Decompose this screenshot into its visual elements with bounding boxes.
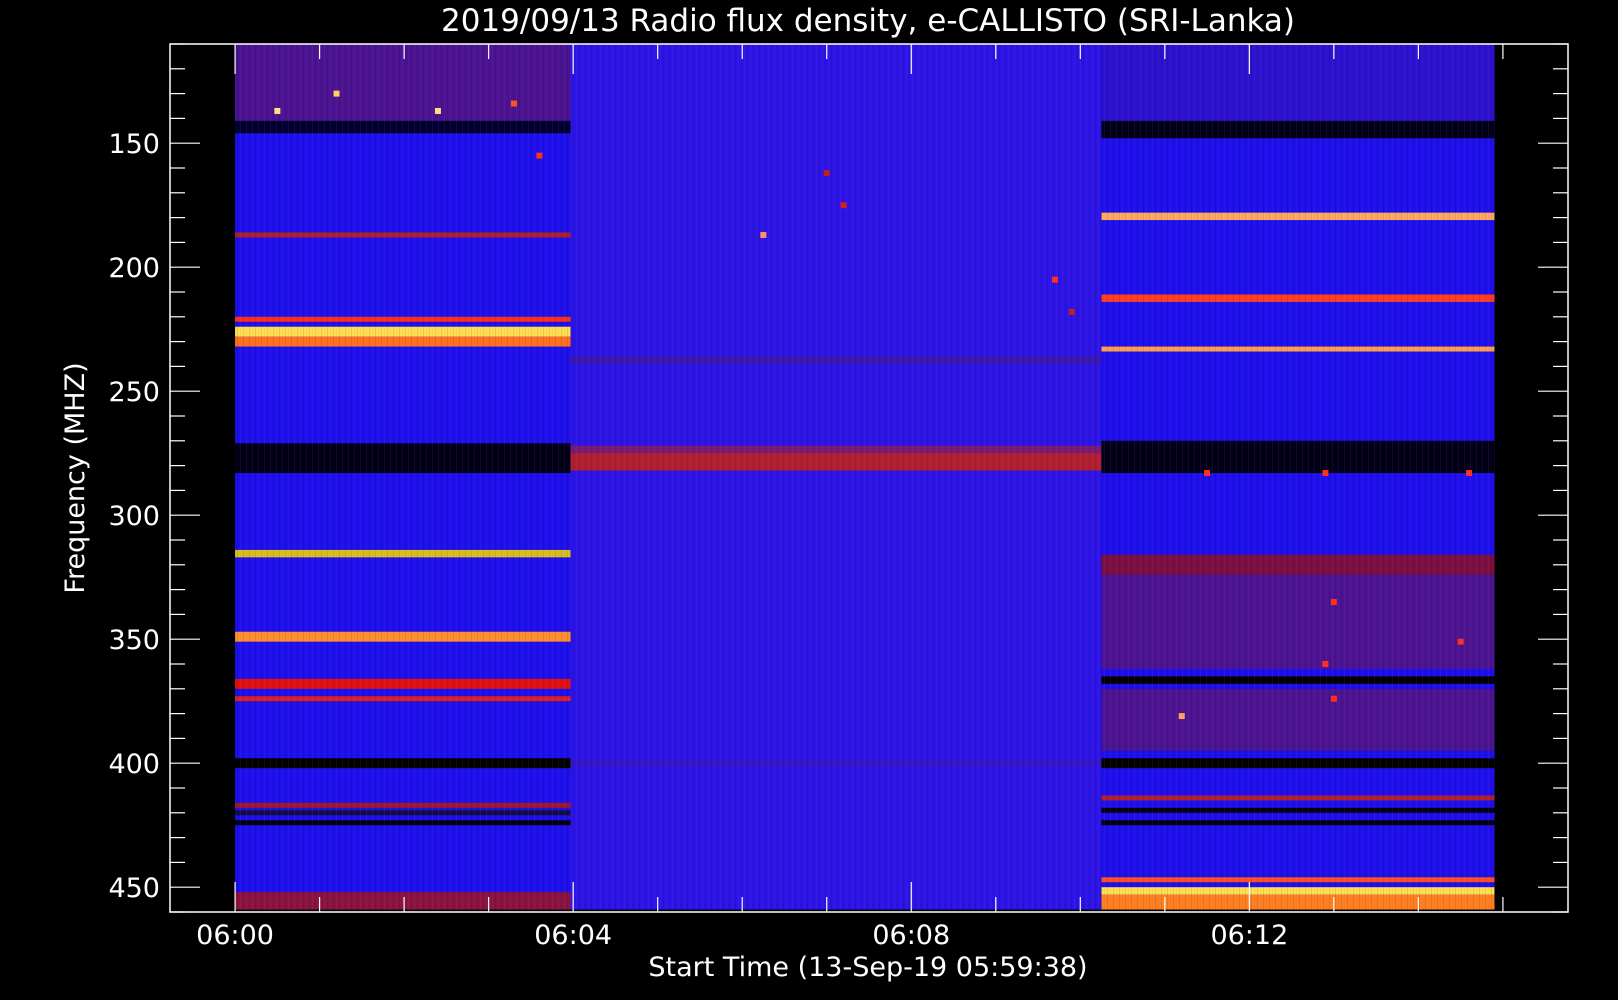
heatmap-image <box>235 44 1495 910</box>
y-tick-label-300: 300 <box>108 501 160 532</box>
x-axis-label: Start Time (13-Sep-19 05:59:38) <box>648 952 1087 983</box>
y-tick-label-250: 250 <box>108 377 160 408</box>
chart-title: 2019/09/13 Radio flux density, e-CALLIST… <box>441 3 1295 39</box>
y-tick-label-400: 400 <box>108 749 160 780</box>
heatmap-spot-13 <box>1466 470 1473 477</box>
y-axis-label: Frequency (MHZ) <box>60 362 91 593</box>
x-tick-label-1: 06:04 <box>534 920 612 951</box>
heatmap-spot-1 <box>333 90 340 97</box>
x-tick-label-0: 06:00 <box>196 920 274 951</box>
heatmap-spot-17 <box>1330 695 1337 702</box>
heatmap-spot-8 <box>760 231 767 238</box>
y-tick-label-150: 150 <box>108 129 160 160</box>
heatmap-texture-2 <box>570 44 1102 910</box>
heatmap-spot-9 <box>1051 276 1058 283</box>
x-tick-label-2: 06:08 <box>872 920 950 951</box>
heatmap-spot-12 <box>1322 470 1329 477</box>
heatmap-spot-10 <box>1068 308 1075 315</box>
heatmap-spot-18 <box>1178 713 1185 720</box>
y-tick-label-200: 200 <box>108 253 160 284</box>
heatmap-texture-1 <box>235 44 571 910</box>
heatmap-spot-2 <box>274 107 281 114</box>
x-tick-label-3: 06:12 <box>1210 920 1288 951</box>
heatmap-spot-16 <box>1457 638 1464 645</box>
heatmap-spot-15 <box>1322 661 1329 667</box>
heatmap-spot-7 <box>840 202 847 209</box>
spectrogram-chart: 150 200 250 300 350 400 450 06:00 06:04 06:08 06:1… <box>60 3 1569 983</box>
heatmap-spot-4 <box>511 100 518 107</box>
heatmap-spot-11 <box>1204 470 1211 477</box>
heatmap-texture-3 <box>1101 44 1495 910</box>
y-tick-label-350: 350 <box>108 625 160 656</box>
heatmap-spot-5 <box>536 152 543 159</box>
heatmap-spot-14 <box>1330 599 1337 605</box>
y-tick-label-450: 450 <box>108 873 160 904</box>
heatmap-spot-6 <box>823 169 830 176</box>
heatmap-spot-3 <box>434 107 441 114</box>
